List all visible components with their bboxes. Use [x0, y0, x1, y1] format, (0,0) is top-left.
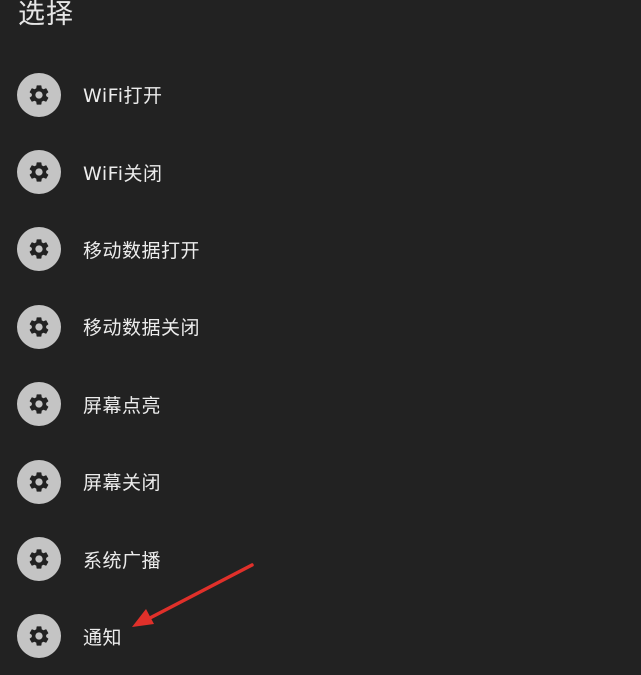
list-item-mobile-data-off[interactable]: 移动数据关闭: [0, 288, 641, 365]
gear-icon: [17, 614, 61, 659]
option-list: WiFi打开 WiFi关闭 移动数据打开 移动数据关闭 屏幕点亮 屏幕关闭 系统…: [0, 56, 641, 675]
list-item-label: 屏幕关闭: [83, 472, 162, 495]
list-item-label: 移动数据关闭: [83, 317, 201, 340]
list-item-label: 移动数据打开: [83, 239, 201, 262]
list-item-system-broadcast[interactable]: 系统广播: [0, 520, 641, 597]
gear-icon: [17, 382, 61, 427]
list-item-wifi-on[interactable]: WiFi打开: [0, 56, 641, 133]
list-item-label: 系统广播: [83, 549, 162, 572]
list-item-label: 通知: [83, 626, 123, 649]
list-item-label: WiFi打开: [83, 85, 163, 108]
gear-icon: [17, 72, 61, 117]
gear-icon: [17, 227, 61, 272]
list-item-label: WiFi关闭: [83, 162, 163, 185]
dialog-title: 选择: [18, 0, 74, 30]
gear-icon: [17, 150, 61, 195]
list-item-wifi-off[interactable]: WiFi关闭: [0, 133, 641, 210]
list-item-screen-off[interactable]: 屏幕关闭: [0, 443, 641, 520]
gear-icon: [17, 304, 61, 349]
list-item-mobile-data-on[interactable]: 移动数据打开: [0, 211, 641, 288]
gear-icon: [17, 459, 61, 504]
gear-icon: [17, 537, 61, 582]
list-item-label: 屏幕点亮: [83, 394, 162, 417]
list-item-screen-on[interactable]: 屏幕点亮: [0, 366, 641, 443]
list-item-notification[interactable]: 通知: [0, 598, 641, 675]
